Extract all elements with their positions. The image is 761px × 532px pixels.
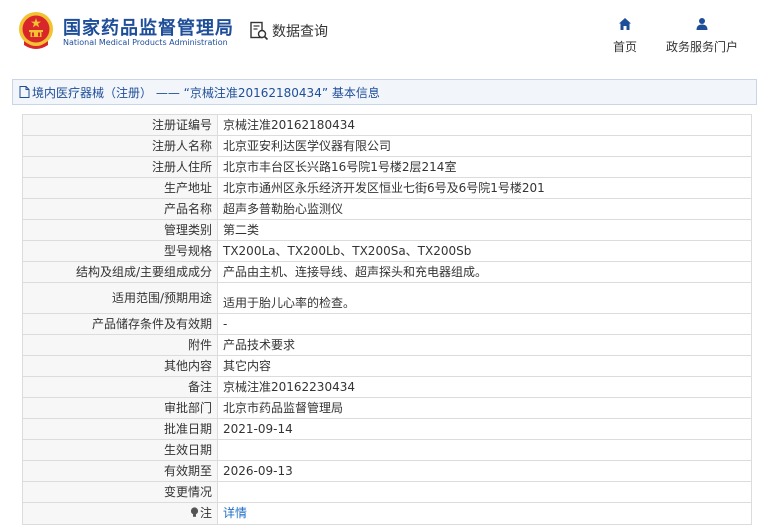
field-label: 生效日期 [22, 439, 218, 461]
field-label: 附件 [22, 334, 218, 356]
breadcrumb: 境内医疗器械（注册） —— “京械注准20162180434” 基本信息 [12, 79, 757, 105]
field-label: 适用范围/预期用途 [22, 282, 218, 314]
site-subtitle: National Medical Products Administration [63, 38, 228, 47]
lightbulb-icon [190, 504, 199, 524]
field-label: 批准日期 [22, 418, 218, 440]
table-row: 管理类别 第二类 [22, 219, 752, 241]
table-row: 批准日期 2021-09-14 [22, 418, 752, 440]
breadcrumb-text: 境内医疗器械（注册） —— “京械注准20162180434” 基本信息 [32, 85, 380, 100]
table-row: 附件 产品技术要求 [22, 334, 752, 356]
table-row: 结构及组成/主要组成成分 产品由主机、连接导线、超声探头和充电器组成。 [22, 261, 752, 283]
user-icon [696, 18, 708, 30]
nav-gov-portal-label: 政务服务门户 [665, 40, 738, 54]
note-row: 注详情 [22, 502, 752, 525]
field-label: 注册人住所 [22, 156, 218, 178]
table-row: 审批部门 北京市药品监督管理局 [22, 397, 752, 419]
field-value: 第二类 [217, 219, 752, 241]
registration-detail-table: 注册证编号 京械注准20162180434 注册人名称 北京亚安利达医学仪器有限公司注… [22, 114, 752, 525]
field-value: 京械注准20162180434 [217, 114, 752, 136]
table-row: 生效日期 [22, 439, 752, 461]
table-row: 变更情况 [22, 481, 752, 503]
data-query-label: 数据查询 [272, 24, 328, 40]
field-label: 生产地址 [22, 177, 218, 199]
field-value: 产品技术要求 [217, 334, 752, 356]
search-document-icon [250, 21, 269, 41]
note-label-cell: 注 [22, 502, 218, 525]
field-value: 2021-09-14 [217, 418, 752, 440]
field-label: 变更情况 [22, 481, 218, 503]
field-value: 北京亚安利达医学仪器有限公司 [217, 135, 752, 157]
field-value [217, 481, 752, 503]
field-label: 备注 [22, 376, 218, 398]
field-label: 注册人名称 [22, 135, 218, 157]
field-value: 京械注准20162230434 [217, 376, 752, 398]
field-label: 其他内容 [22, 355, 218, 377]
table-row: 产品储存条件及有效期 - [22, 313, 752, 335]
field-label: 注册证编号 [22, 114, 218, 136]
national-emblem-icon [19, 12, 53, 49]
table-row: 型号规格 TX200La、TX200Lb、TX200Sa、TX200Sb [22, 240, 752, 262]
table-row: 备注 京械注准20162230434 [22, 376, 752, 398]
field-label: 有效期至 [22, 460, 218, 482]
details-link[interactable]: 详情 [223, 506, 247, 520]
note-label: 注 [199, 506, 212, 520]
field-label: 审批部门 [22, 397, 218, 419]
field-value: 北京市通州区永乐经济开发区恒业七街6号及6号院1号楼201 [217, 177, 752, 199]
field-value: 超声多普勒胎心监测仪 [217, 198, 752, 220]
note-value-cell: 详情 [217, 502, 752, 525]
field-value: 北京市丰台区长兴路16号院1号楼2层214室 [217, 156, 752, 178]
field-value: 北京市药品监督管理局 [217, 397, 752, 419]
data-query-link[interactable]: 数据查询 [249, 20, 328, 42]
field-label: 型号规格 [22, 240, 218, 262]
table-row: 生产地址 北京市通州区永乐经济开发区恒业七街6号及6号院1号楼201 [22, 177, 752, 199]
field-label: 产品储存条件及有效期 [22, 313, 218, 335]
nav-home-label: 首页 [612, 40, 637, 54]
table-row: 适用范围/预期用途 适用于胎儿心率的检查。 [22, 282, 752, 314]
field-value: TX200La、TX200Lb、TX200Sa、TX200Sb [217, 240, 752, 262]
home-icon [619, 18, 631, 30]
table-row: 其他内容 其它内容 [22, 355, 752, 377]
document-icon [19, 86, 30, 98]
field-label: 管理类别 [22, 219, 218, 241]
table-row: 产品名称 超声多普勒胎心监测仪 [22, 198, 752, 220]
table-row: 注册人名称 北京亚安利达医学仪器有限公司 [22, 135, 752, 157]
field-value [217, 439, 752, 461]
table-row: 有效期至 2026-09-13 [22, 460, 752, 482]
table-row: 注册证编号 京械注准20162180434 [22, 114, 752, 136]
table-row: 注册人住所 北京市丰台区长兴路16号院1号楼2层214室 [22, 156, 752, 178]
field-value: 2026-09-13 [217, 460, 752, 482]
nav-home[interactable]: 首页 [608, 16, 642, 55]
nav-gov-portal[interactable]: 政务服务门户 [662, 16, 742, 55]
field-value: 产品由主机、连接导线、超声探头和充电器组成。 [217, 261, 752, 283]
site-header: 国家药品监督管理局 National Medical Products Admi… [0, 0, 761, 68]
field-value: - [217, 313, 752, 335]
field-label: 产品名称 [22, 198, 218, 220]
field-label: 结构及组成/主要组成成分 [22, 261, 218, 283]
field-value: 其它内容 [217, 355, 752, 377]
field-value: 适用于胎儿心率的检查。 [217, 282, 752, 314]
site-title: 国家药品监督管理局 [63, 18, 234, 39]
